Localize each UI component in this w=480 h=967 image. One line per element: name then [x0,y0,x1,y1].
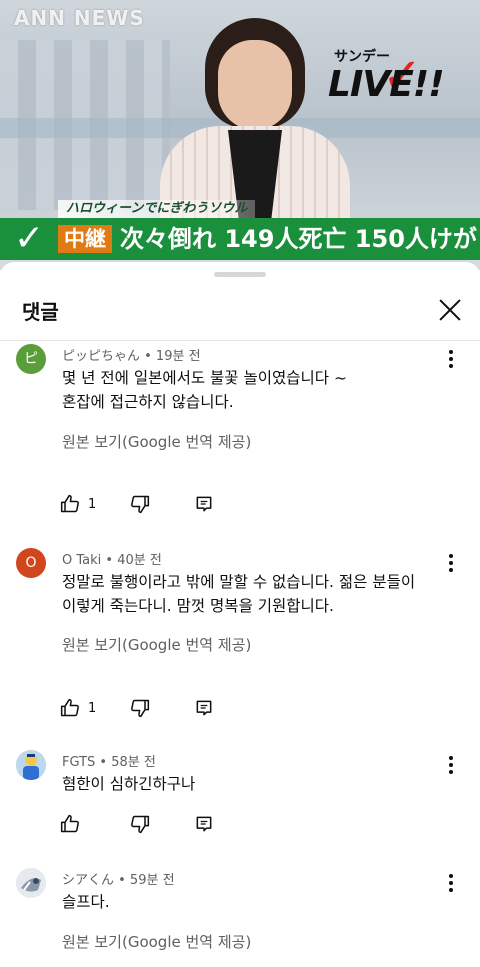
header-divider [0,340,480,341]
comment-text: 혐한이 심하긴하구나 [62,772,442,796]
avatar[interactable]: ピ [16,344,46,374]
like-button[interactable] [60,812,80,836]
sheet-title: 댓글 [22,300,59,324]
thumbs-up-icon [60,814,79,833]
video-player[interactable]: ANN NEWS サンデー ✓ LIVE!! ハロウィーンでにぎわうソウル ✓ … [0,0,480,270]
more-options-icon[interactable] [440,754,462,778]
more-options-icon[interactable] [440,552,462,576]
show-logo-big: LIVE!! [328,64,445,105]
see-original-link[interactable]: 원본 보기(Google 번역 제공) [62,431,251,452]
avatar[interactable] [16,750,46,780]
comment-text-line: 슬프다. [62,893,110,911]
dislike-button[interactable] [130,696,150,720]
dislike-button[interactable] [130,492,150,516]
show-logo: サンデー ✓ LIVE!! [328,46,468,106]
thumbs-up-icon [60,494,79,513]
thumbs-down-icon [131,495,150,514]
ticker-check-icon: ✓ [14,218,45,259]
comment-meta: ピッピちゃん • 19분 전 [62,349,201,364]
thumbs-down-icon [131,699,150,718]
like-count: 1 [88,496,97,512]
close-icon[interactable] [432,292,468,328]
avatar[interactable]: O [16,548,46,578]
comment-text-line: 몇 년 전에 일본에서도 불꽃 놀이였습니다 ~ [62,369,347,387]
dislike-button[interactable] [130,812,150,836]
comment-text: 슬프다. [62,890,442,914]
comments-sheet: 댓글 ピ ピッピちゃん • 19분 전 몇 년 전에 일본에서도 불꽃 놀이였습… [0,262,480,967]
avatar[interactable] [16,868,46,898]
news-ticker: ✓ 中継 次々倒れ 149人死亡 150人けが [0,218,480,260]
comment-text-line: 혼잡에 접근하지 않습니다. [62,393,234,411]
reply-button[interactable] [194,492,214,516]
see-original-link[interactable]: 원본 보기(Google 번역 제공) [62,931,251,952]
ticker-headline: 次々倒れ 149人死亡 150人けが [120,225,477,253]
comment-item: ピ ピッピちゃん • 19분 전 몇 년 전에 일본에서도 불꽃 놀이였습니다 … [0,342,480,532]
like-button[interactable]: 1 [60,492,96,516]
comment-text-line: 혐한이 심하긴하구나 [62,775,196,793]
comment-meta: O Taki • 40분 전 [62,553,162,568]
reply-icon [196,496,212,512]
comment-text: 정말로 불행이라고 밖에 말할 수 없습니다. 젊은 분들이 이렇게 죽는다니.… [62,570,442,618]
comment-text-line: 정말로 불행이라고 밖에 말할 수 없습니다. 젊은 분들이 [62,573,416,591]
avatar-image [16,868,46,898]
comment-item: シアくん • 59분 전 슬프다. 원본 보기(Google 번역 제공) [0,868,480,967]
reply-button[interactable] [194,696,214,720]
reply-button[interactable] [194,812,214,836]
ticker-tag: 中継 [58,225,112,253]
comment-meta: FGTS • 58분 전 [62,755,156,770]
drag-handle[interactable] [214,272,266,277]
more-options-icon[interactable] [440,348,462,372]
news-anchor [160,18,350,226]
like-button[interactable]: 1 [60,696,96,720]
comment-meta: シアくん • 59분 전 [62,873,175,888]
avatar-image [16,750,46,780]
comment-text-line: 이렇게 죽는다니. 맘껏 명복을 기원합니다. [62,597,334,615]
comment-item: FGTS • 58분 전 혐한이 심하긴하구나 [0,750,480,850]
thumbs-down-icon [131,815,150,834]
comment-item: O O Taki • 40분 전 정말로 불행이라고 밖에 말할 수 없습니다.… [0,546,480,736]
thumbs-up-icon [60,698,79,717]
reply-icon [196,700,212,716]
more-options-icon[interactable] [440,872,462,896]
ticker-subtitle: ハロウィーンでにぎわうソウル [58,200,256,218]
comment-text: 몇 년 전에 일본에서도 불꽃 놀이였습니다 ~ 혼잡에 접근하지 않습니다. [62,366,442,414]
like-count: 1 [88,700,97,716]
reply-icon [196,816,212,832]
network-logo: ANN NEWS [14,6,145,30]
see-original-link[interactable]: 원본 보기(Google 번역 제공) [62,634,251,655]
